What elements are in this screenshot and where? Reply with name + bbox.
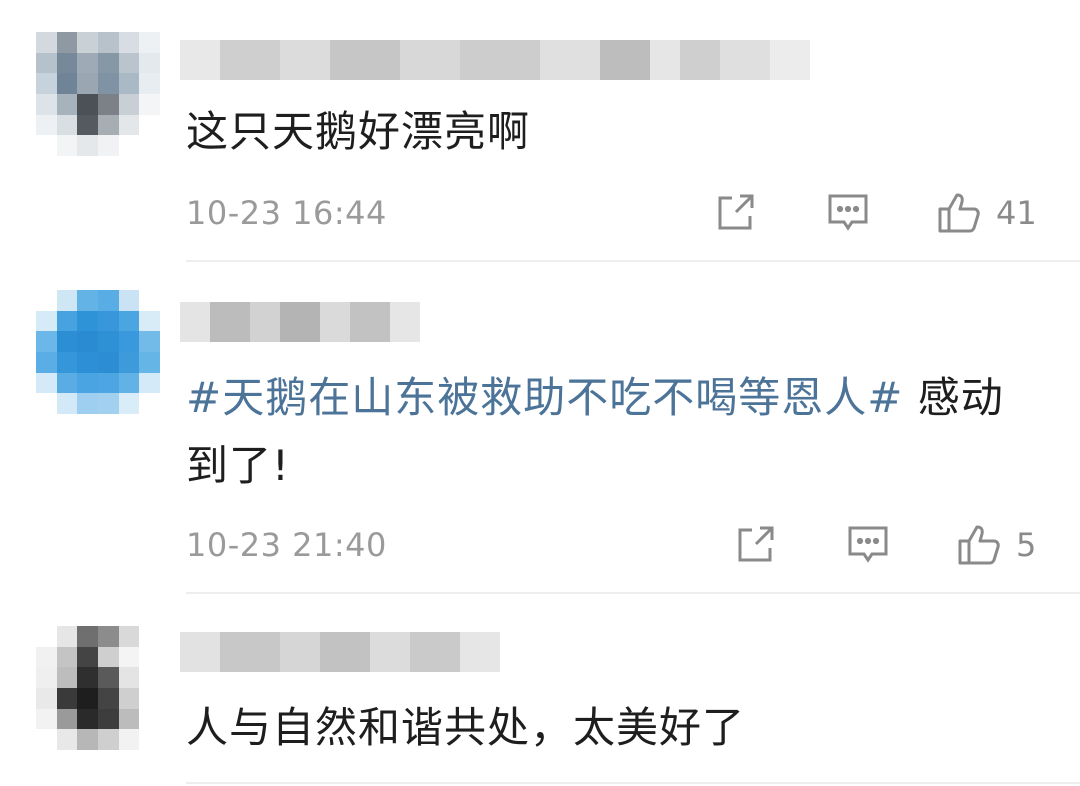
reply-button[interactable] [826, 183, 870, 243]
comment-text: 人与自然和谐共处，太美好了 [186, 703, 746, 752]
like-count: 5 [1016, 526, 1037, 564]
avatar[interactable] [36, 32, 160, 156]
thumbs-up-icon [938, 193, 980, 233]
comment-icon [828, 194, 868, 231]
divider [186, 592, 1080, 594]
share-button[interactable] [734, 515, 776, 575]
like-count: 41 [996, 194, 1037, 232]
comment-meta: 10-23 21:40 5 [186, 515, 1044, 575]
avatar[interactable] [36, 626, 160, 750]
username-blurred[interactable] [180, 40, 810, 80]
avatar[interactable] [36, 290, 160, 414]
share-icon [718, 194, 754, 230]
thumbs-up-icon [958, 525, 1000, 565]
username-blurred[interactable] [180, 632, 500, 672]
comment-text: #天鹅在山东被救助不吃不喝等恩人# 感动到了! [186, 373, 1004, 490]
divider [186, 782, 1080, 784]
like-button[interactable]: 5 [956, 515, 1036, 575]
share-button[interactable] [714, 183, 756, 243]
topic-hashtag-link[interactable]: #天鹅在山东被救助不吃不喝等恩人# [186, 373, 903, 422]
share-icon [738, 526, 774, 562]
comment-icon [848, 526, 888, 563]
comment-time: 10-23 16:44 [186, 194, 387, 232]
reply-button[interactable] [846, 515, 890, 575]
like-button[interactable]: 41 [936, 183, 1037, 243]
comment-time: 10-23 21:40 [186, 526, 387, 564]
comment-text: 这只天鹅好漂亮啊 [186, 107, 531, 156]
comment-list-page: { "comments": [ { "text": "这只天鹅好漂亮啊", "t… [0, 0, 1080, 786]
comment-meta: 10-23 16:44 41 [186, 183, 1044, 243]
username-blurred[interactable] [180, 302, 420, 342]
divider [186, 260, 1080, 262]
